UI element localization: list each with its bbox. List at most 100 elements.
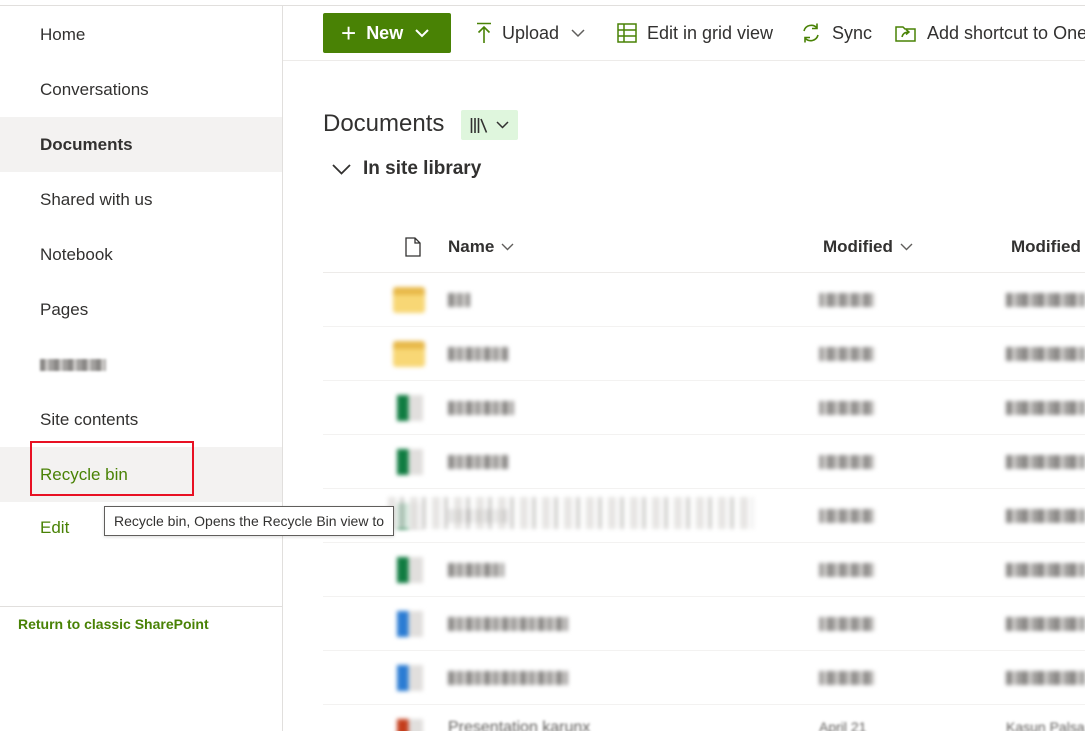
chevron-down-icon: [415, 28, 429, 37]
add-shortcut-button[interactable]: Add shortcut to One: [895, 20, 1085, 46]
word-file-icon: [397, 611, 423, 637]
redacted-modified-date: [819, 401, 875, 415]
redacted-file-name[interactable]: [448, 401, 514, 415]
nav-item-conversations[interactable]: Conversations: [0, 62, 282, 117]
table-row[interactable]: [323, 381, 1085, 435]
page-title: Documents: [323, 110, 445, 137]
return-to-classic-link[interactable]: Return to classic SharePoint: [18, 616, 209, 632]
folder-icon: [393, 341, 425, 367]
command-bar: + New Upload Edit in grid view Sync Add …: [283, 6, 1085, 61]
new-button[interactable]: + New: [323, 13, 451, 53]
shortcut-icon: [895, 26, 916, 42]
nav-item-label: Site contents: [40, 409, 139, 429]
table-row[interactable]: [323, 435, 1085, 489]
table-row[interactable]: [323, 327, 1085, 381]
redacted-modified-by: [1006, 563, 1085, 577]
nav-item-pages[interactable]: Pages: [0, 282, 282, 337]
column-label: Name: [448, 237, 495, 256]
nav-item-home[interactable]: Home: [0, 7, 282, 62]
chevron-down-icon: [501, 243, 514, 251]
add-shortcut-label: Add shortcut to One: [927, 22, 1085, 43]
nav-item-label: Pages: [40, 299, 89, 319]
edit-grid-view-button[interactable]: Edit in grid view: [617, 20, 773, 46]
edit-grid-view-label: Edit in grid view: [647, 22, 774, 43]
excel-file-icon: [397, 557, 423, 583]
chevron-down-icon: [332, 163, 351, 175]
redacted-modified-date: [819, 617, 875, 631]
file-name[interactable]: Presentation karunx: [448, 719, 590, 731]
sync-label: Sync: [832, 22, 873, 43]
redacted-modified-by: [1006, 617, 1085, 631]
upload-icon: [477, 22, 491, 43]
table-row[interactable]: [323, 543, 1085, 597]
nav-divider: [0, 606, 282, 607]
sync-icon: [803, 23, 819, 43]
chevron-down-icon: [496, 121, 509, 129]
redacted-file-name[interactable]: [448, 347, 508, 361]
nav-item-label: Home: [40, 24, 86, 44]
nav-item-label: Recycle bin: [40, 464, 128, 484]
nav-item-recycle-bin[interactable]: Recycle bin: [0, 447, 282, 502]
modified-date: April 21: [819, 719, 867, 731]
view-switcher[interactable]: [461, 110, 518, 140]
redacted-label: [40, 358, 106, 371]
redacted-file-name[interactable]: [448, 455, 508, 469]
library-icon: [470, 117, 488, 133]
group-header-in-site-library[interactable]: In site library: [332, 158, 481, 180]
word-file-icon: [397, 665, 423, 691]
group-header-label: In site library: [363, 158, 482, 179]
recycle-bin-tooltip: Recycle bin, Opens the Recycle Bin view …: [104, 506, 394, 536]
blurred-overlay: [388, 497, 753, 529]
nav-item-label: Conversations: [40, 79, 149, 99]
table-row[interactable]: [323, 597, 1085, 651]
redacted-file-name[interactable]: [448, 293, 470, 307]
nav-item-label: Edit: [40, 518, 70, 537]
redacted-modified-by: [1006, 293, 1085, 307]
plus-icon: +: [341, 18, 357, 48]
sharepoint-page: Home Conversations Documents Shared with…: [0, 0, 1085, 731]
grid-icon: [617, 23, 637, 43]
ppt-file-icon: [397, 719, 423, 731]
nav-item-redacted[interactable]: [0, 337, 282, 392]
upload-label: Upload: [502, 22, 560, 43]
redacted-file-name[interactable]: [448, 563, 504, 577]
left-navigation: Home Conversations Documents Shared with…: [0, 6, 283, 731]
nav-item-shared-with-us[interactable]: Shared with us: [0, 172, 282, 227]
new-button-label: New: [366, 22, 404, 43]
redacted-modified-by: [1006, 455, 1085, 469]
redacted-modified-date: [819, 293, 875, 307]
table-row[interactable]: Presentation karunx April 21 Kasun Palsa: [323, 705, 1085, 731]
nav-item-documents[interactable]: Documents: [0, 117, 282, 172]
redacted-modified-by: [1006, 401, 1085, 415]
modified-by: Kasun Palsa: [1006, 719, 1085, 731]
column-label: Modified: [823, 237, 893, 256]
sync-button[interactable]: Sync: [800, 20, 872, 46]
upload-button[interactable]: Upload: [476, 20, 585, 46]
redacted-modified-date: [819, 347, 875, 361]
nav-item-notebook[interactable]: Notebook: [0, 227, 282, 282]
nav-item-label: Documents: [40, 134, 133, 154]
document-icon: [405, 237, 421, 257]
file-type-column-header[interactable]: [398, 233, 421, 261]
name-column-header[interactable]: Name: [448, 233, 514, 261]
redacted-modified-by: [1006, 671, 1085, 685]
redacted-modified-date: [819, 671, 875, 685]
modified-column-header[interactable]: Modified: [823, 233, 913, 261]
modified-by-column-header[interactable]: Modified: [1011, 233, 1081, 261]
redacted-file-name[interactable]: [448, 617, 568, 631]
folder-icon: [393, 287, 425, 313]
redacted-modified-by: [1006, 509, 1085, 523]
table-row[interactable]: [323, 651, 1085, 705]
nav-item-label: Shared with us: [40, 189, 153, 209]
chevron-down-icon: [571, 28, 585, 37]
chevron-down-icon: [900, 243, 913, 251]
redacted-file-name[interactable]: [448, 671, 568, 685]
excel-file-icon: [397, 449, 423, 475]
column-label: Modified: [1011, 237, 1081, 256]
redacted-modified-date: [819, 509, 875, 523]
redacted-modified-date: [819, 563, 875, 577]
nav-item-site-contents[interactable]: Site contents: [0, 392, 282, 447]
table-row[interactable]: [323, 273, 1085, 327]
redacted-modified-by: [1006, 347, 1085, 361]
redacted-modified-date: [819, 455, 875, 469]
